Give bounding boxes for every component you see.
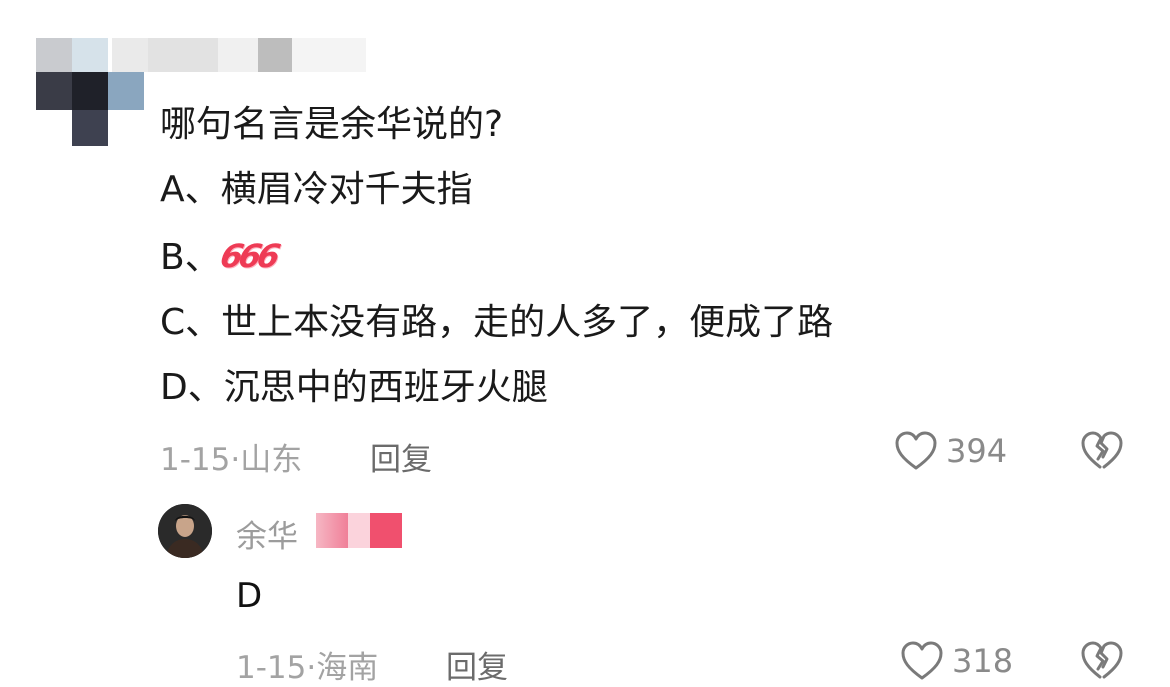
- user-avatar-icon: [158, 504, 212, 558]
- pixelated-username[interactable]: [112, 38, 366, 74]
- dislike-button[interactable]: [1080, 430, 1124, 476]
- avatar[interactable]: [158, 504, 212, 558]
- reply-meta: 1-15·海南: [236, 642, 378, 687]
- dislike-button[interactable]: [1080, 640, 1124, 686]
- option-b: B、666: [160, 235, 280, 279]
- username[interactable]: 余华: [236, 511, 298, 556]
- like-button[interactable]: 394: [894, 430, 1007, 472]
- option-d: D、沉思中的西班牙火腿: [160, 367, 548, 409]
- option-d-prefix: D、: [160, 367, 224, 408]
- broken-heart-icon: [1081, 431, 1123, 469]
- option-c-text: 世上本没有路，走的人多了，便成了路: [221, 302, 834, 343]
- reply-text: D: [236, 576, 263, 616]
- like-count: 318: [952, 642, 1014, 680]
- like-count: 394: [946, 432, 1008, 470]
- option-a-prefix: A、: [160, 169, 221, 210]
- 666-sticker: 666: [216, 237, 280, 275]
- reply-button[interactable]: 回复: [370, 434, 432, 479]
- option-a-text: 横眉冷对千夫指: [220, 169, 473, 210]
- option-c: C、世上本没有路，走的人多了，便成了路: [160, 302, 833, 344]
- option-d-text: 沉思中的西班牙火腿: [223, 367, 548, 408]
- meta-separator: ·: [230, 442, 241, 478]
- option-c-prefix: C、: [160, 302, 222, 343]
- heart-icon: [895, 431, 937, 470]
- comment-question: 哪句名言是余华说的?: [160, 104, 504, 145]
- comment-meta: 1-15·山东: [160, 434, 302, 479]
- meta-separator: ·: [306, 650, 317, 686]
- reply-button[interactable]: 回复: [446, 642, 508, 687]
- reply-location: 海南: [316, 650, 379, 686]
- comment-date: 1-15: [160, 442, 231, 478]
- option-a: A、横眉冷对千夫指: [160, 169, 473, 211]
- reply-date: 1-15: [236, 650, 307, 686]
- comment-location: 山东: [240, 442, 303, 478]
- author-badge: [316, 513, 402, 548]
- option-b-prefix: B、: [160, 237, 221, 278]
